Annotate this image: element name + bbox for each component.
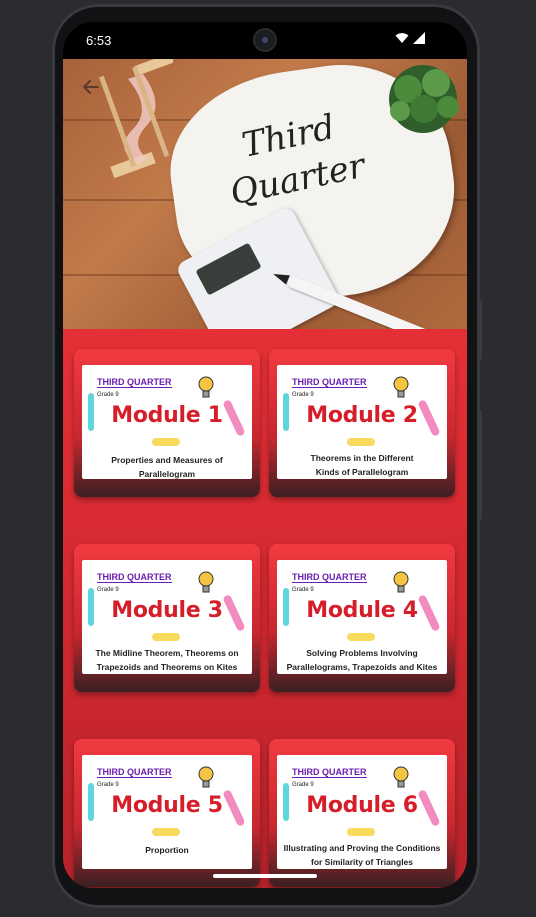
module-title: Module 5: [111, 793, 223, 818]
lightbulb-icon: [198, 766, 214, 788]
quarter-label: THIRD QUARTER: [97, 767, 172, 778]
description-line: Theorems in the Different: [310, 453, 414, 463]
description-line: for Similarity of Triangles: [310, 857, 414, 867]
app-screen: 6:53 Third Quarter THIRD QUARTER Grade 9…: [63, 22, 467, 888]
gesture-nav-bar[interactable]: [213, 874, 317, 878]
module-description: Solving Problems Involving Parallelogram…: [283, 646, 441, 674]
wifi-icon: [395, 33, 409, 43]
module-title: Module 4: [306, 598, 418, 623]
module-card-3[interactable]: THIRD QUARTER Grade 9 Module 3 The Midli…: [74, 544, 260, 692]
status-bar: 6:53: [63, 22, 467, 59]
hero-banner: Third Quarter: [63, 59, 467, 329]
yellow-marker: [347, 633, 375, 641]
arrow-back-icon: [83, 80, 99, 94]
module-card-1[interactable]: THIRD QUARTER Grade 9 Module 1 Propertie…: [74, 349, 260, 497]
module-title: Module 2: [306, 403, 418, 428]
quarter-label: THIRD QUARTER: [97, 572, 172, 583]
lightbulb-icon: [393, 571, 409, 593]
module-thumbnail: THIRD QUARTER Grade 9 Module 1 Propertie…: [82, 365, 252, 479]
module-card-4[interactable]: THIRD QUARTER Grade 9 Module 4 Solving P…: [269, 544, 455, 692]
yellow-marker: [347, 828, 375, 836]
module-description: Illustrating and Proving the Conditions …: [283, 841, 441, 869]
status-time: 6:53: [86, 33, 112, 48]
description-line: Parallelograms, Trapezoids and Kites: [286, 662, 438, 672]
yellow-marker: [152, 438, 180, 446]
lightbulb-icon: [198, 571, 214, 593]
quarter-label: THIRD QUARTER: [292, 572, 367, 583]
module-title: Module 3: [111, 598, 223, 623]
calculator-screen: [195, 242, 262, 296]
module-description: Proportion: [88, 843, 246, 857]
lightbulb-icon: [393, 376, 409, 398]
quarter-label: THIRD QUARTER: [292, 377, 367, 388]
front-camera: [253, 28, 277, 52]
quarter-label: THIRD QUARTER: [292, 767, 367, 778]
hourglass-image: [99, 59, 173, 179]
yellow-marker: [152, 828, 180, 836]
grade-label: Grade 9: [97, 782, 119, 788]
status-icons: [395, 32, 425, 44]
lightbulb-icon: [198, 376, 214, 398]
description-line: Proportion: [145, 845, 189, 855]
quarter-label: THIRD QUARTER: [97, 377, 172, 388]
plant-image: [389, 65, 459, 133]
back-button[interactable]: [77, 75, 105, 103]
grade-label: Grade 9: [97, 392, 119, 398]
module-thumbnail: THIRD QUARTER Grade 9 Module 6 Illustrat…: [277, 755, 447, 869]
grade-label: Grade 9: [292, 587, 314, 593]
module-card-6[interactable]: THIRD QUARTER Grade 9 Module 6 Illustrat…: [269, 739, 455, 887]
description-line: Properties and Measures of Parallelogram: [111, 455, 223, 479]
module-description: The Midline Theorem, Theorems on Trapezo…: [88, 646, 246, 674]
module-thumbnail: THIRD QUARTER Grade 9 Module 4 Solving P…: [277, 560, 447, 674]
description-line: Illustrating and Proving the Conditions: [283, 843, 441, 853]
description-line: Solving Problems Involving: [306, 648, 418, 658]
module-card-2[interactable]: THIRD QUARTER Grade 9 Module 2 Theorems …: [269, 349, 455, 497]
description-line: The Midline Theorem, Theorems on: [95, 648, 239, 658]
module-thumbnail: THIRD QUARTER Grade 9 Module 2 Theorems …: [277, 365, 447, 479]
module-description: Theorems in the Different Kinds of Paral…: [283, 451, 441, 479]
grade-label: Grade 9: [97, 587, 119, 593]
module-title: Module 1: [111, 403, 223, 428]
module-thumbnail: THIRD QUARTER Grade 9 Module 3 The Midli…: [82, 560, 252, 674]
grade-label: Grade 9: [292, 782, 314, 788]
yellow-marker: [347, 438, 375, 446]
description-line: Trapezoids and Theorems on Kites: [96, 662, 238, 672]
module-description: Properties and Measures of Parallelogram: [88, 453, 246, 479]
module-grid: THIRD QUARTER Grade 9 Module 1 Propertie…: [63, 329, 467, 888]
module-title: Module 6: [306, 793, 418, 818]
lightbulb-icon: [393, 766, 409, 788]
module-card-5[interactable]: THIRD QUARTER Grade 9 Module 5 Proportio…: [74, 739, 260, 887]
cell-signal-icon: [413, 32, 425, 44]
yellow-marker: [152, 633, 180, 641]
module-thumbnail: THIRD QUARTER Grade 9 Module 5 Proportio…: [82, 755, 252, 869]
grade-label: Grade 9: [292, 392, 314, 398]
description-line: Kinds of Parallelogram: [315, 467, 409, 477]
